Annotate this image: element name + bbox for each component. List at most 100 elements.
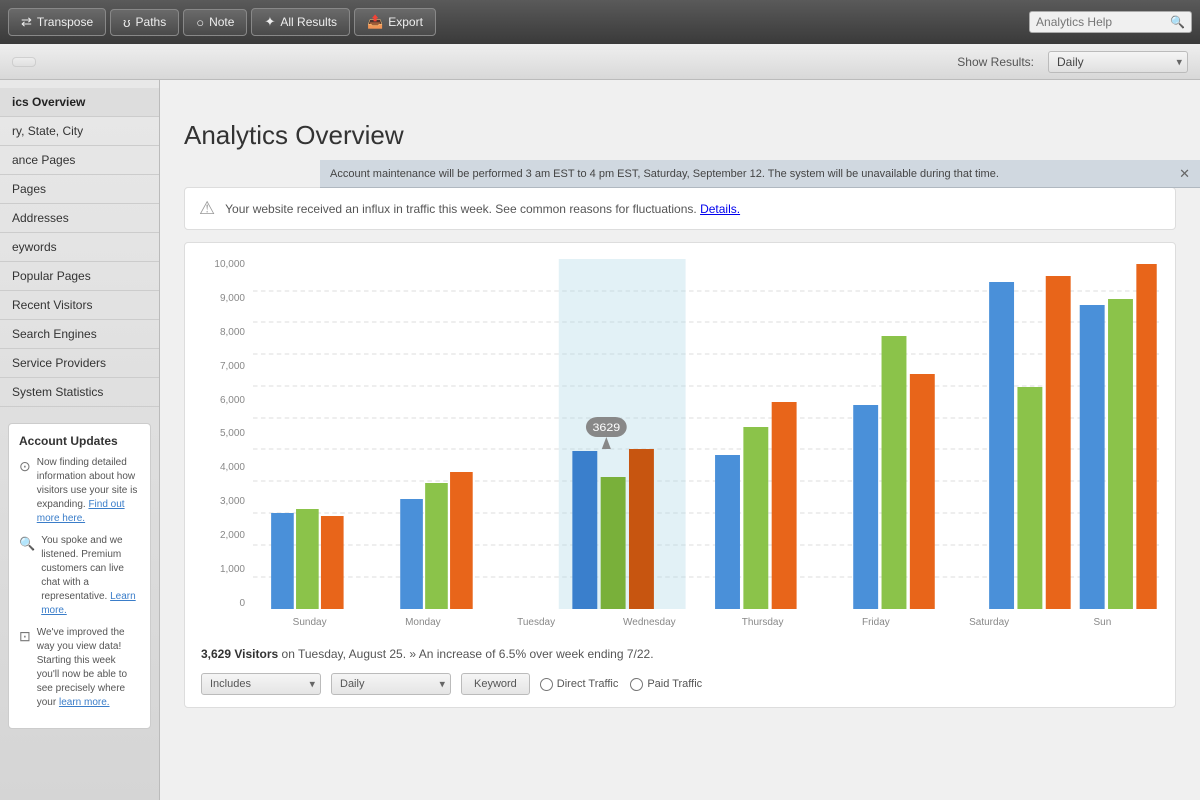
bar-thu-unique <box>882 336 907 609</box>
traffic-notice-text: Your website received an influx in traff… <box>225 202 740 216</box>
update-item-2: 🔍 You spoke and we listened. Premium cus… <box>19 534 140 618</box>
bar-tue-returning <box>629 449 654 609</box>
note-icon: ○ <box>196 15 204 30</box>
bar-thu-visitors <box>853 405 878 609</box>
note-label: Note <box>209 15 234 29</box>
update-text-1: Now finding detailed information about h… <box>37 456 140 526</box>
update-link-1[interactable]: Find out more here. <box>37 499 125 524</box>
bar-tue-unique <box>601 477 626 609</box>
bar-sun-visitors <box>271 513 294 609</box>
bar-fri-visitors <box>989 282 1014 609</box>
x-label-wednesday: Wednesday <box>593 611 706 639</box>
page-title: Analytics Overview <box>184 120 1176 151</box>
bar-mon-returning <box>450 472 473 609</box>
update-link-2[interactable]: Learn more. <box>41 591 136 616</box>
bar-wed-visitors <box>715 455 740 609</box>
traffic-type-radio-group: Direct Traffic Paid Traffic <box>540 678 702 691</box>
bar-fri-returning <box>1046 276 1071 609</box>
filter-daily-select[interactable]: Daily <box>331 673 451 695</box>
notification-close-button[interactable]: ✕ <box>1179 166 1190 182</box>
sidebar-item-recent-visitors[interactable]: Recent Visitors <box>0 291 159 320</box>
update-item-1: ⊙ Now finding detailed information about… <box>19 456 140 526</box>
y-label-10000: 10,000 <box>201 259 251 270</box>
direct-traffic-label[interactable]: Direct Traffic <box>540 678 619 691</box>
paid-traffic-label[interactable]: Paid Traffic <box>630 678 702 691</box>
filter-select-wrapper-1: Includes <box>201 673 321 695</box>
x-label-thursday: Thursday <box>706 611 819 639</box>
update-icon-1: ⊙ <box>19 457 31 526</box>
bar-sun-returning <box>321 516 344 609</box>
sidebar-item-addresses[interactable]: Addresses <box>0 204 159 233</box>
transpose-button[interactable]: ⇄ Transpose <box>8 8 106 36</box>
secondary-btn-1[interactable] <box>12 57 36 67</box>
y-label-6000: 6,000 <box>201 395 251 406</box>
search-icon: 🔍 <box>1170 15 1185 29</box>
show-results-select[interactable]: Daily <box>1048 51 1188 73</box>
paid-traffic-radio[interactable] <box>630 678 643 691</box>
bar-wed-returning <box>772 402 797 609</box>
summary-visitors-count: 3,629 Visitors <box>201 647 278 661</box>
bar-sat-returning <box>1136 264 1156 609</box>
y-axis: 0 1,000 2,000 3,000 4,000 5,000 6,000 7,… <box>201 259 251 609</box>
sidebar-item-popular[interactable]: Popular Pages <box>0 262 159 291</box>
x-label-monday: Monday <box>366 611 479 639</box>
filter-keyword-button[interactable]: Keyword <box>461 673 530 695</box>
bar-fri-unique <box>1017 387 1042 609</box>
update-text-2: You spoke and we listened. Premium custo… <box>41 534 140 618</box>
warning-icon: ⚠ <box>199 198 215 219</box>
x-axis: Sunday Monday Tuesday Wednesday Thursday… <box>253 611 1159 639</box>
transpose-label: Transpose <box>37 15 93 29</box>
export-icon: 📤 <box>367 14 383 30</box>
all-results-button[interactable]: ✦ All Results <box>251 8 350 36</box>
update-link-3[interactable]: learn more. <box>59 697 110 708</box>
sidebar-item-search-engines[interactable]: Search Engines <box>0 320 159 349</box>
y-label-1000: 1,000 <box>201 564 251 575</box>
main-layout: ics Overview ry, State, City ance Pages … <box>0 80 1200 800</box>
show-results-select-wrapper: Daily <box>1048 51 1188 73</box>
search-input[interactable] <box>1036 15 1166 29</box>
details-link[interactable]: Details. <box>700 202 740 216</box>
summary-date: on Tuesday, August 25. » An increase of … <box>282 647 654 661</box>
secondary-toolbar: Show Results: Daily <box>0 44 1200 80</box>
notification-bar: Account maintenance will be performed 3 … <box>320 160 1200 188</box>
paths-button[interactable]: ʊ Paths <box>110 9 179 36</box>
sidebar-item-system-stats[interactable]: System Statistics <box>0 378 159 407</box>
filter-select-wrapper-2: Daily <box>331 673 451 695</box>
update-item-3: ⊡ We've improved the way you view data! … <box>19 626 140 710</box>
direct-traffic-radio[interactable] <box>540 678 553 691</box>
bar-tue-visitors <box>572 451 597 609</box>
svg-text:3629: 3629 <box>592 422 620 434</box>
bar-sun-unique <box>296 509 319 609</box>
x-label-sun2: Sun <box>1046 611 1159 639</box>
sidebar: ics Overview ry, State, City ance Pages … <box>0 80 160 800</box>
sidebar-item-service-providers[interactable]: Service Providers <box>0 349 159 378</box>
note-button[interactable]: ○ Note <box>183 9 247 36</box>
update-icon-2: 🔍 <box>19 535 35 618</box>
search-box: 🔍 <box>1029 11 1192 33</box>
top-toolbar: ⇄ Transpose ʊ Paths ○ Note ✦ All Results… <box>0 0 1200 44</box>
bar-mon-visitors <box>400 499 423 609</box>
sidebar-item-pages[interactable]: Pages <box>0 175 159 204</box>
update-text-3: We've improved the way you view data! St… <box>37 626 140 710</box>
chart-container: 0 1,000 2,000 3,000 4,000 5,000 6,000 7,… <box>184 242 1176 708</box>
sidebar-item-keywords[interactable]: eywords <box>0 233 159 262</box>
bar-sat-unique <box>1108 299 1133 609</box>
filter-includes-select[interactable]: Includes <box>201 673 321 695</box>
y-label-4000: 4,000 <box>201 462 251 473</box>
paths-label: Paths <box>136 15 167 29</box>
summary-bar: 3,629 Visitors on Tuesday, August 25. » … <box>201 639 1159 665</box>
bar-sat-visitors <box>1080 305 1105 609</box>
sidebar-item-entrance[interactable]: ance Pages <box>0 146 159 175</box>
y-label-7000: 7,000 <box>201 361 251 372</box>
bar-thu-returning <box>910 374 935 609</box>
y-label-3000: 3,000 <box>201 496 251 507</box>
sidebar-item-overview[interactable]: ics Overview <box>0 88 159 117</box>
content-area: Account maintenance will be performed 3 … <box>160 80 1200 800</box>
x-label-sunday: Sunday <box>253 611 366 639</box>
update-icon-3: ⊡ <box>19 627 31 710</box>
account-updates-title: Account Updates <box>19 434 140 448</box>
export-button[interactable]: 📤 Export <box>354 8 436 36</box>
filter-bar: Includes Daily Keyword Direct Traffic <box>201 665 1159 699</box>
sidebar-item-country[interactable]: ry, State, City <box>0 117 159 146</box>
y-label-5000: 5,000 <box>201 428 251 439</box>
